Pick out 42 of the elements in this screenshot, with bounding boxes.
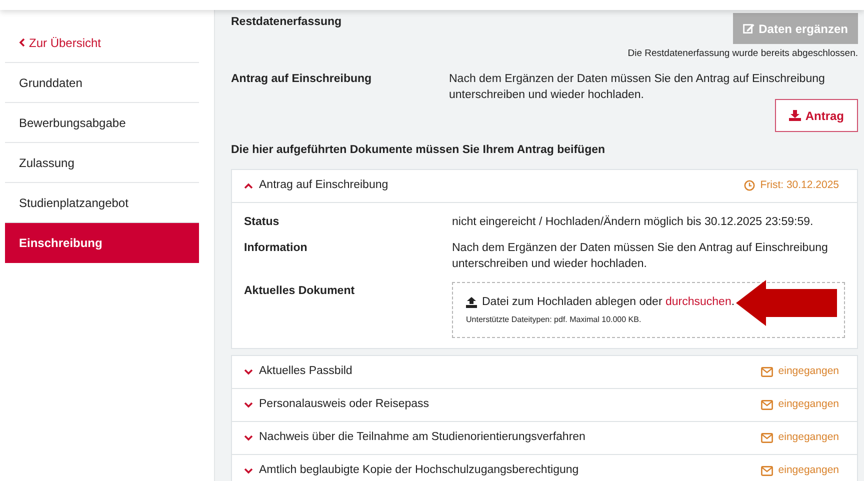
upload-icon (466, 296, 477, 308)
chevron-up-icon (244, 182, 253, 188)
document-status: eingegangen (761, 462, 839, 479)
documents-heading: Die hier aufgeführten Dokumente müssen Sie Ihrem Antrag beifügen (231, 143, 606, 158)
completion-note: Die Restdatenerfassung wurde bereits abgeschlossen. (626, 47, 858, 61)
back-link[interactable]: Zur Übersicht (5, 23, 199, 63)
chevron-down-icon (244, 434, 253, 441)
accordion-header[interactable]: Aktuelles Passbild eingegangen (232, 356, 857, 388)
browse-link[interactable]: durchsuchen (665, 296, 732, 308)
document-status: eingegangen (761, 364, 839, 380)
clock-icon (744, 180, 756, 191)
section-title: Antrag auf Einschreibung (231, 72, 373, 88)
sidebar-item[interactable]: Zulassung (5, 143, 199, 183)
detail-label: Aktuelles Dokument (244, 284, 356, 299)
detail-label: Status (244, 214, 280, 230)
download-icon (789, 110, 802, 122)
section-title: Restdatenerfassung (231, 15, 342, 30)
accordion-header[interactable]: Nachweis über die Teilnahme am Studienorientierungsverfahren eingegangen (232, 422, 857, 454)
sidebar-item[interactable]: Bewerbungsabgabe (5, 103, 199, 143)
upload-hint: Unterstützte Dateitypen: pdf. Maximal 10.000 KB. (466, 314, 642, 326)
envelope-icon (761, 432, 774, 443)
accordion-header[interactable]: Amtlich beglaubigte Kopie der Hochschulzugangsberechtigung eingegangen (232, 454, 857, 481)
chevron-down-icon (244, 468, 253, 474)
detail-label: Information (244, 240, 308, 256)
envelope-icon (761, 466, 774, 476)
chevron-left-icon (19, 38, 25, 47)
chevron-down-icon (244, 368, 253, 375)
edit-icon (742, 23, 755, 34)
upload-text: Datei zum Hochladen ablegen oder durchsuchen. (482, 294, 735, 310)
envelope-icon (761, 366, 774, 377)
application-download-button[interactable]: Antrag (775, 99, 858, 132)
detail-value: Nach dem Ergänzen der Daten müssen Sie den Antrag auf Einschreibung unterschreiben und wieder hochladen. (452, 240, 829, 272)
document-status: eingegangen (761, 430, 839, 446)
sidebar-item[interactable]: Einschreibung (5, 223, 199, 263)
document-status: eingegangen (761, 396, 839, 413)
accordion-header[interactable]: Personalausweis oder Reisepass eingegangen (232, 388, 857, 421)
chevron-down-icon (244, 402, 253, 408)
detail-value: nicht eingereicht / Hochladen/Ändern möglich bis 30.12.2025 23:59:59. (452, 214, 814, 230)
accordion-header[interactable]: Antrag auf Einschreibung Frist: 30.12.2025 (232, 170, 857, 202)
envelope-icon (761, 400, 774, 410)
sidebar-item[interactable]: Grunddaten (5, 63, 199, 103)
document-status: Frist: 30.12.2025 (744, 178, 839, 194)
